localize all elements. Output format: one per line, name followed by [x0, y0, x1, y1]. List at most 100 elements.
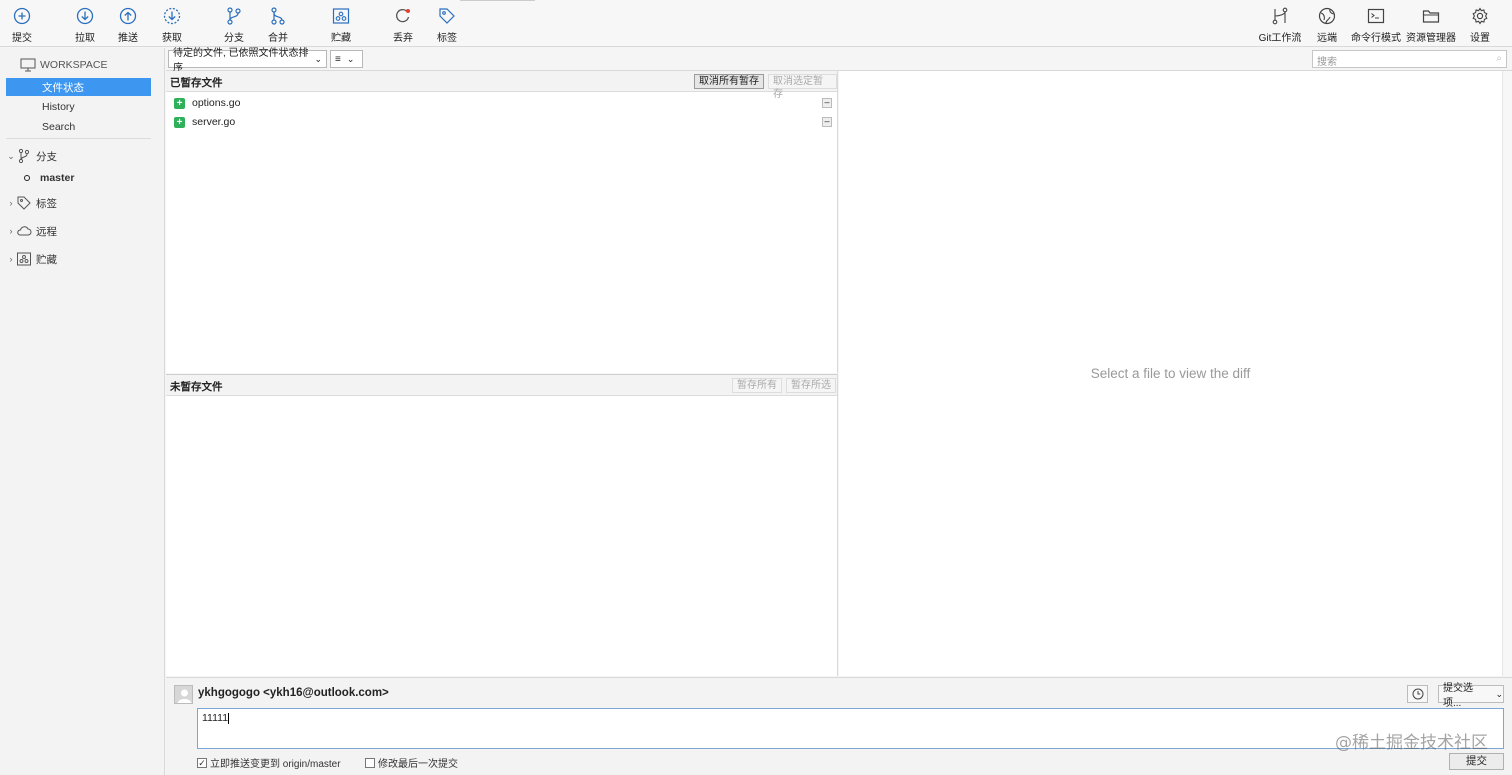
branches-label: 分支 [36, 150, 57, 163]
sidebar-tags[interactable]: › 标签 [6, 194, 151, 212]
stage-all-button[interactable]: 暂存所有 [732, 378, 782, 393]
fetch-button[interactable]: 获取 [147, 6, 197, 44]
globe-icon [1318, 7, 1336, 25]
stashes-label: 贮藏 [36, 253, 57, 266]
push-icon [119, 7, 137, 25]
commit-icon [13, 7, 31, 25]
sidebar-item-search[interactable]: Search [6, 118, 151, 136]
unstage-selected-button[interactable]: 取消选定暂存 [768, 74, 837, 100]
diff-viewer: Select a file to view the diff [839, 71, 1502, 676]
cloud-icon [17, 226, 32, 236]
user-avatar-icon [177, 689, 192, 703]
terminal-icon [1367, 8, 1385, 24]
file-name: options.go [192, 97, 241, 109]
commit-history-button[interactable] [1407, 685, 1428, 703]
branch-icon [227, 7, 241, 25]
commit-message-input[interactable]: 11111 [197, 708, 1504, 749]
added-status-icon: + [174, 116, 185, 128]
push-label: 推送 [118, 33, 138, 44]
terminal-button[interactable]: 命令行模式 [1351, 6, 1401, 44]
commit-options-dropdown[interactable]: 提交选项... ⌄ [1438, 683, 1504, 709]
branch-label: 分支 [224, 33, 244, 44]
submit-commit-button[interactable]: 提交 [1449, 753, 1504, 770]
gitflow-button[interactable]: Git工作流 [1255, 6, 1305, 44]
commit-options-label: 提交选项... [1443, 683, 1473, 709]
gitflow-label: Git工作流 [1258, 33, 1302, 44]
staged-file-row[interactable]: + options.go – [174, 94, 834, 112]
main-toolbar: 提交 拉取 推送 获取 分支 合并 贮藏 丢弃 标签 Git工作流 远端 命令行… [0, 0, 1512, 47]
search-input[interactable]: 搜索 ⌕ [1312, 50, 1507, 68]
unstage-file-icon[interactable]: – [822, 98, 832, 108]
checkbox-unchecked-icon [365, 757, 375, 768]
pull-label: 拉取 [75, 33, 95, 44]
amend-last-label: 修改最后一次提交 [378, 759, 458, 770]
explorer-button[interactable]: 资源管理器 [1406, 6, 1456, 44]
staged-file-row[interactable]: + server.go – [174, 113, 834, 131]
search-placeholder: 搜索 [1317, 57, 1337, 68]
sidebar-branch-master[interactable]: master [24, 169, 151, 187]
commit-button[interactable]: 提交 [0, 6, 47, 44]
stash-button[interactable]: 贮藏 [316, 6, 366, 44]
commit-area: ykhgogogo <ykh16@outlook.com> 提交选项... ⌄ … [166, 677, 1512, 775]
tag-button[interactable]: 标签 [422, 6, 472, 44]
staged-title: 已暂存文件 [170, 77, 223, 89]
view-mode-dropdown[interactable]: ≡ ⌄ [330, 50, 363, 68]
commit-label: 提交 [12, 33, 32, 44]
settings-label: 设置 [1470, 33, 1490, 44]
sidebar-stashes[interactable]: › 贮藏 [6, 250, 151, 268]
monitor-icon [20, 58, 36, 72]
chevron-right-icon: › [9, 226, 13, 236]
tag-icon [17, 196, 31, 210]
folder-icon [1422, 10, 1440, 23]
sidebar-item-file-status[interactable]: 文件状态 [6, 78, 151, 96]
discard-button[interactable]: 丢弃 [378, 6, 428, 44]
discard-label: 丢弃 [393, 33, 413, 44]
chevron-down-icon: ⌄ [314, 53, 322, 64]
fetch-label: 获取 [162, 33, 182, 44]
sidebar-item-history[interactable]: History [6, 98, 151, 116]
sidebar-branches[interactable]: ⌄ 分支 [6, 147, 151, 165]
remote-button[interactable]: 远端 [1302, 6, 1352, 44]
settings-button[interactable]: 设置 [1455, 6, 1505, 44]
pull-icon [76, 7, 94, 25]
stage-selected-button[interactable]: 暂存所选 [786, 378, 836, 393]
commit-message-text: 11111 [202, 712, 229, 724]
chevron-down-icon: ⌄ [346, 53, 355, 64]
staged-panel: 已暂存文件 取消所有暂存 取消选定暂存 + options.go – + ser… [166, 71, 838, 373]
search-icon: ⌕ [1496, 53, 1502, 64]
unstage-file-icon[interactable]: – [822, 117, 832, 127]
tag-icon [439, 8, 455, 24]
diff-scrollbar[interactable] [1502, 71, 1512, 676]
workspace-header[interactable]: WORKSPACE [20, 56, 150, 74]
watermark: @稀土掘金技术社区 [1335, 733, 1488, 753]
stash-label: 贮藏 [331, 33, 351, 44]
stash-icon [17, 252, 31, 266]
remote-label: 远端 [1317, 33, 1337, 44]
sidebar-item-label: Search [42, 121, 76, 133]
chevron-down-icon: ⌄ [7, 150, 15, 161]
branch-button[interactable]: 分支 [209, 6, 259, 44]
remotes-label: 远程 [36, 225, 57, 238]
checkbox-checked-icon: ✓ [197, 757, 207, 768]
push-button[interactable]: 推送 [103, 6, 153, 44]
terminal-label: 命令行模式 [1351, 33, 1401, 44]
explorer-label: 资源管理器 [1406, 33, 1456, 44]
stash-icon [332, 8, 350, 24]
push-immediately-checkbox[interactable]: ✓ 立即推送变更到 origin/master [197, 755, 341, 770]
current-branch-marker-icon [24, 175, 30, 181]
added-status-icon: + [174, 97, 185, 109]
text-cursor [228, 712, 230, 724]
clock-icon [1412, 688, 1423, 700]
staged-header: 已暂存文件 取消所有暂存 取消选定暂存 [166, 71, 837, 100]
merge-icon [271, 7, 285, 25]
sort-dropdown[interactable]: 待定的文件, 已依照文件状态排序 ⌄ [168, 48, 327, 74]
unstage-all-button[interactable]: 取消所有暂存 [694, 74, 764, 89]
list-view-icon: ≡ [335, 53, 341, 65]
filter-bar: 待定的文件, 已依照文件状态排序 ⌄ ≡ ⌄ 搜索 ⌕ [166, 48, 1512, 74]
unstaged-title: 未暂存文件 [170, 381, 223, 393]
gitflow-icon [1272, 7, 1288, 25]
amend-last-checkbox[interactable]: 修改最后一次提交 [365, 755, 458, 770]
sort-label: 待定的文件, 已依照文件状态排序 [173, 48, 309, 74]
sidebar-remotes[interactable]: › 远程 [6, 222, 151, 240]
merge-button[interactable]: 合并 [253, 6, 303, 44]
